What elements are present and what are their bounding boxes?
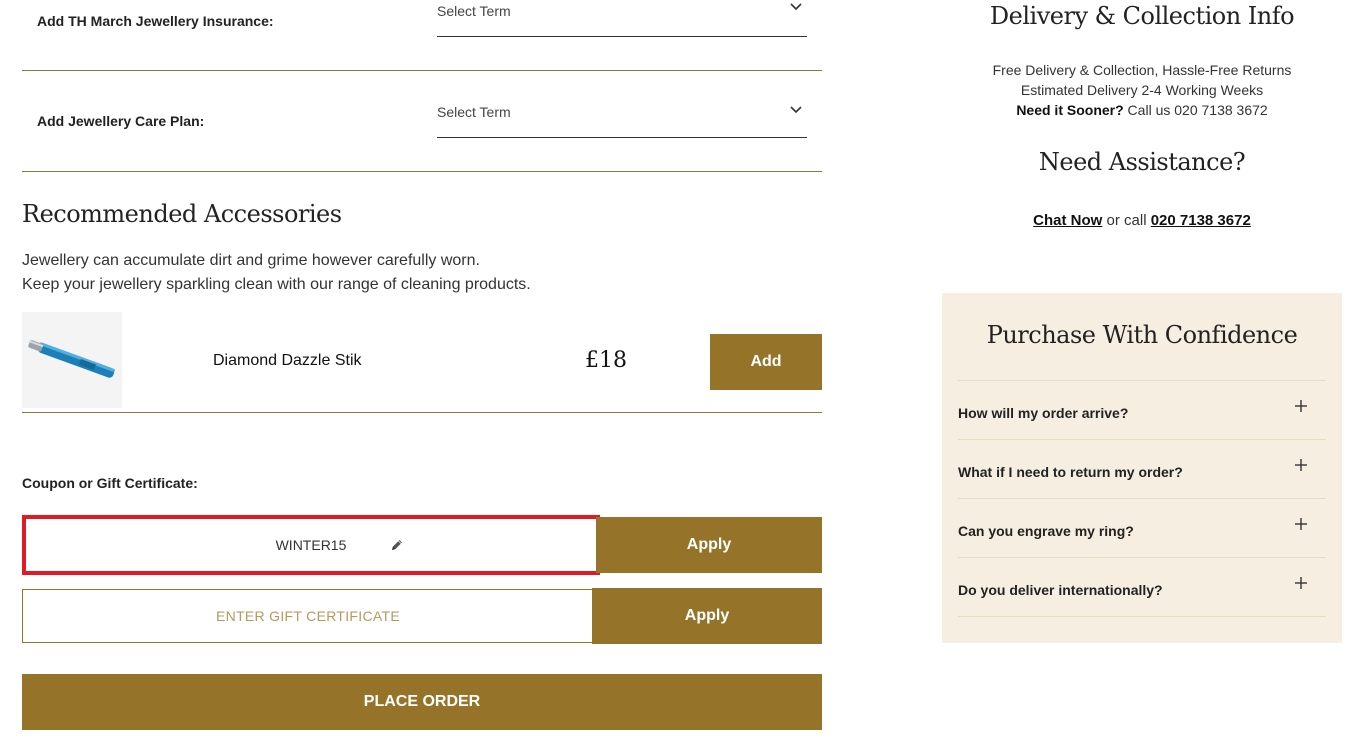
coupon-label: Coupon or Gift Certificate: [22,475,198,491]
recommended-accessories-description: Jewellery can accumulate dirt and grime … [22,249,531,297]
chat-now-link[interactable]: Chat Now [1033,212,1102,229]
plus-icon [1295,400,1307,412]
coupon-value: WINTER15 [26,519,596,571]
diamond-dazzle-stik-image [22,312,122,408]
insurance-term-value: Select Term [437,3,511,19]
checkout-page: Add TH March Jewellery Insurance: Select… [0,0,1360,744]
assistance-line: Chat Now or call 020 7138 3672 [942,212,1342,229]
assistance-phone-link[interactable]: 020 7138 3672 [1151,212,1251,229]
accessory-price: £18 [585,348,627,373]
faq-item[interactable]: Can you engrave my ring? [958,498,1326,557]
chevron-down-icon [790,3,802,11]
delivery-info-title: Delivery & Collection Info [989,2,1295,30]
insurance-addon-row: Add TH March Jewellery Insurance: Select… [22,0,822,71]
accessory-row: Diamond Dazzle Stik £18 Add [22,312,822,413]
place-order-button[interactable]: PLACE ORDER [22,674,822,730]
faq-item[interactable]: What if I need to return my order? [958,439,1326,498]
care-plan-term-value: Select Term [437,104,511,120]
faq-list: How will my order arrive? What if I need… [958,380,1326,617]
plus-icon [1295,577,1307,589]
delivery-line-1: Free Delivery & Collection, Hassle-Free … [992,62,1292,78]
plus-icon [1295,459,1307,471]
insurance-label: Add TH March Jewellery Insurance: [37,13,274,29]
delivery-phone-text: Call us 020 7138 3672 [1123,102,1268,118]
need-sooner-label: Need it Sooner? [1016,102,1124,118]
faq-question: How will my order arrive? [958,405,1129,421]
faq-question: Do you deliver internationally? [958,582,1163,598]
care-plan-term-select[interactable]: Select Term [437,101,807,138]
purchase-confidence-title: Purchase With Confidence [986,321,1298,349]
chevron-down-icon [790,106,802,114]
recommended-accessories-title: Recommended Accessories [22,200,342,228]
need-assistance-title: Need Assistance? [1038,148,1246,176]
delivery-info-text: Free Delivery & Collection, Hassle-Free … [942,60,1342,120]
description-line-1: Jewellery can accumulate dirt and grime … [22,252,480,269]
accessory-name: Diamond Dazzle Stik [213,352,362,369]
apply-gift-certificate-button[interactable]: Apply [592,588,822,644]
delivery-line-2: Estimated Delivery 2-4 Working Weeks [1020,82,1264,98]
purchase-confidence-panel: Purchase With Confidence How will my ord… [942,293,1342,643]
plus-icon [1295,518,1307,530]
faq-item[interactable]: How will my order arrive? [958,380,1326,439]
checkout-main-column: Add TH March Jewellery Insurance: Select… [22,0,822,744]
coupon-input[interactable]: WINTER15 [22,515,600,575]
delivery-line-3: Need it Sooner? Call us 020 7138 3672 [942,100,1342,120]
faq-item[interactable]: Do you deliver internationally? [958,557,1326,617]
coupon-code-text: WINTER15 [275,537,347,553]
insurance-term-select[interactable]: Select Term [437,0,807,37]
faq-question: What if I need to return my order? [958,464,1183,480]
pencil-icon[interactable] [390,538,404,552]
add-accessory-button[interactable]: Add [710,334,822,390]
product-thumbnail-icon [22,312,122,408]
care-plan-addon-row: Add Jewellery Care Plan: Select Term [22,71,822,172]
description-line-2: Keep your jewellery sparkling clean with… [22,276,531,293]
care-plan-label: Add Jewellery Care Plan: [37,113,205,129]
assistance-middle-text: or call [1102,212,1151,229]
apply-coupon-button[interactable]: Apply [596,517,822,573]
gift-certificate-placeholder: ENTER GIFT CERTIFICATE [216,608,400,624]
faq-question: Can you engrave my ring? [958,523,1134,539]
gift-certificate-input[interactable]: ENTER GIFT CERTIFICATE [22,589,594,643]
